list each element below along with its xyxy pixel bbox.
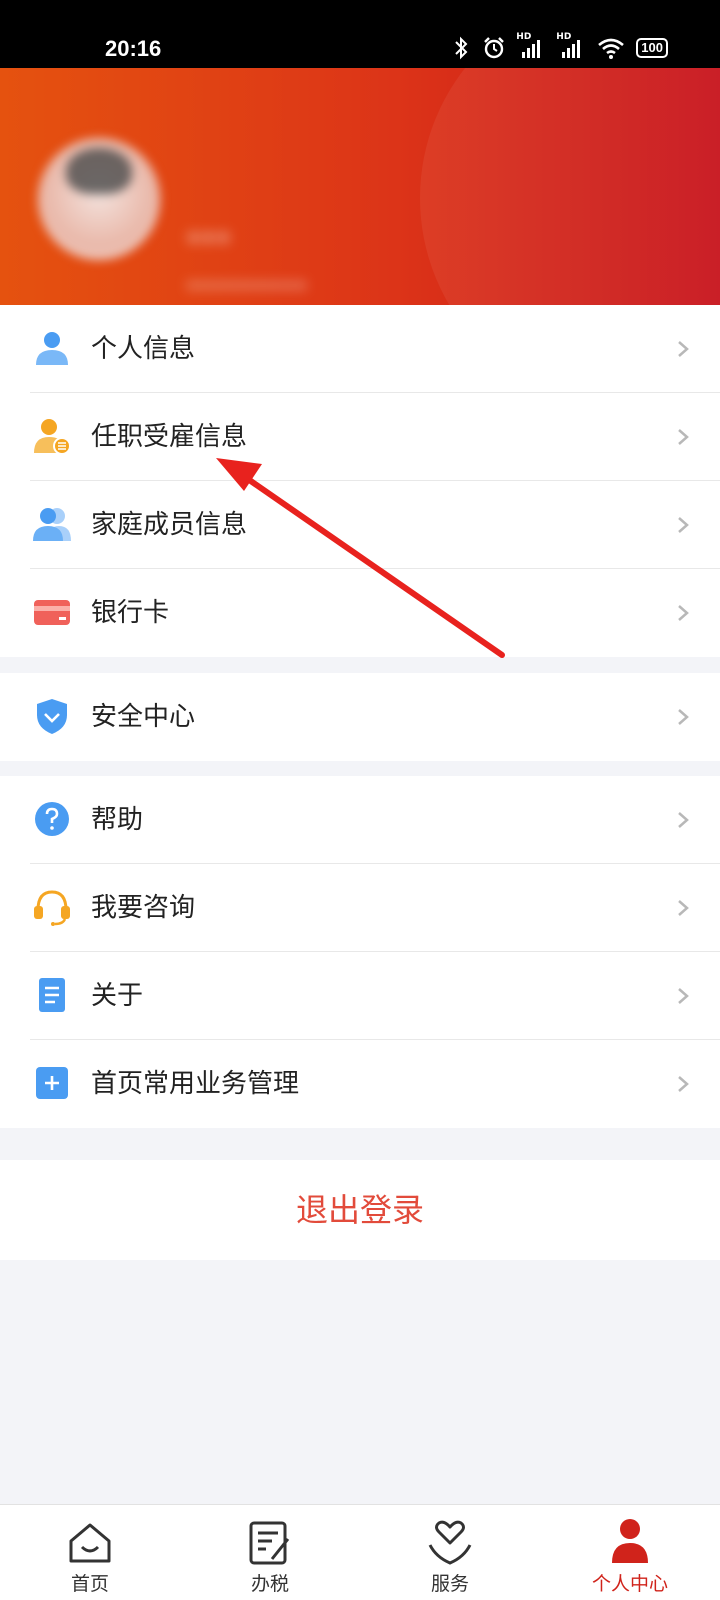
menu-item-security-center[interactable]: 安全中心 xyxy=(0,673,720,761)
tab-label: 个人中心 xyxy=(591,1573,668,1595)
profile-header[interactable]: *** *********** xyxy=(0,68,720,305)
headset-icon xyxy=(34,890,70,926)
tab-profile[interactable]: 个人中心 xyxy=(540,1505,720,1600)
chevron-right-icon xyxy=(678,341,689,357)
profile-icon xyxy=(612,1519,648,1563)
status-time: 20:16 xyxy=(105,36,162,61)
menu-label: 帮助 xyxy=(91,805,144,835)
bluetooth-icon xyxy=(455,36,468,60)
chevron-right-icon xyxy=(678,605,689,621)
tab-label: 办税 xyxy=(250,1573,289,1595)
menu-label: 首页常用业务管理 xyxy=(91,1069,300,1099)
tab-label: 服务 xyxy=(430,1573,469,1595)
chevron-right-icon xyxy=(678,812,689,828)
chevron-right-icon xyxy=(678,429,689,445)
menu-label: 家庭成员信息 xyxy=(91,510,248,540)
menu-item-personal-info[interactable]: 个人信息 xyxy=(0,305,720,393)
signal-icon-1: HD xyxy=(516,32,546,60)
menu-label: 任职受雇信息 xyxy=(91,422,248,452)
bank-card-icon xyxy=(34,600,70,625)
menu-group-personal: 个人信息 任职受雇信息 家庭成员信息 银行卡 xyxy=(0,305,720,657)
menu-group-security: 安全中心 xyxy=(0,673,720,761)
service-icon xyxy=(428,1520,472,1565)
menu-item-consult[interactable]: 我要咨询 xyxy=(0,864,720,952)
tax-icon xyxy=(249,1521,290,1565)
status-icons: HD HD 100 xyxy=(452,32,668,60)
plus-square-icon xyxy=(36,1067,68,1099)
menu-label: 安全中心 xyxy=(91,702,196,732)
battery-indicator: 100 xyxy=(636,38,668,58)
tab-service[interactable]: 服务 xyxy=(360,1505,540,1600)
chevron-right-icon xyxy=(678,709,689,725)
menu-label: 关于 xyxy=(91,981,144,1011)
wifi-icon xyxy=(598,38,625,59)
header-decoration xyxy=(420,68,720,305)
document-icon xyxy=(39,978,65,1012)
employment-icon xyxy=(34,419,71,455)
avatar[interactable] xyxy=(38,138,160,260)
menu-group-support: 帮助 我要咨询 关于 首页常用业务管理 xyxy=(0,776,720,1128)
menu-label: 银行卡 xyxy=(91,598,170,628)
menu-item-family-info[interactable]: 家庭成员信息 xyxy=(0,481,720,569)
menu-item-help[interactable]: 帮助 xyxy=(0,776,720,864)
status-bar: 20:16 HD HD 100 xyxy=(0,0,720,68)
person-icon xyxy=(36,332,68,365)
alarm-icon xyxy=(484,37,505,59)
family-icon xyxy=(33,508,71,541)
bottom-tab-bar: 首页 办税 服务 个人中心 xyxy=(0,1504,720,1600)
tab-tax[interactable]: 办税 xyxy=(180,1505,360,1600)
home-icon xyxy=(69,1523,111,1563)
chevron-right-icon xyxy=(678,988,689,1004)
help-icon xyxy=(35,802,69,836)
shield-icon xyxy=(37,699,67,734)
menu-label: 个人信息 xyxy=(91,334,196,364)
logout-button[interactable]: 退出登录 xyxy=(0,1160,720,1260)
menu-item-bank-card[interactable]: 银行卡 xyxy=(0,569,720,657)
chevron-right-icon xyxy=(678,517,689,533)
menu-item-home-business-management[interactable]: 首页常用业务管理 xyxy=(0,1040,720,1128)
tab-label: 首页 xyxy=(70,1573,109,1595)
user-name: *** xyxy=(186,226,231,261)
menu-label: 我要咨询 xyxy=(91,893,196,923)
menu-item-employment-info[interactable]: 任职受雇信息 xyxy=(0,393,720,481)
signal-icon-2: HD xyxy=(556,32,586,60)
menu-item-about[interactable]: 关于 xyxy=(0,952,720,1040)
chevron-right-icon xyxy=(678,1076,689,1092)
chevron-right-icon xyxy=(678,900,689,916)
user-phone: *********** xyxy=(186,278,307,303)
tab-home[interactable]: 首页 xyxy=(0,1505,180,1600)
